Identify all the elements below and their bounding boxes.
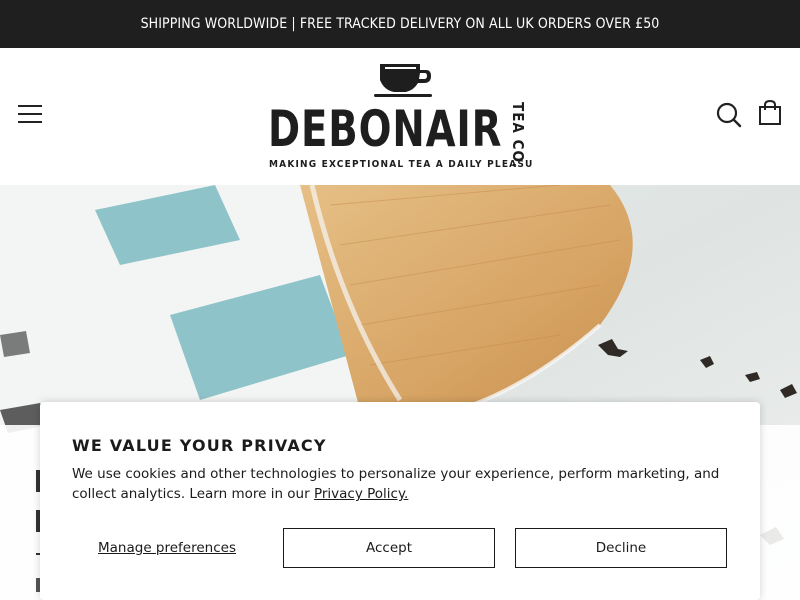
cookie-consent-dialog: WE VALUE YOUR PRIVACY We use cookies and… [40, 402, 760, 600]
search-icon[interactable] [716, 102, 742, 128]
shopping-bag-icon[interactable] [758, 99, 782, 126]
announcement-bar: SHIPPING WORLDWIDE | FREE TRACKED DELIVE… [0, 0, 800, 48]
logo-subbrand: TEA CO. [509, 102, 527, 169]
privacy-policy-link[interactable]: Privacy Policy. [314, 486, 408, 502]
hamburger-menu-icon[interactable] [18, 104, 42, 124]
teacup-logo-icon [374, 64, 432, 97]
logo-tagline: MAKING EXCEPTIONAL TEA A DAILY PLEASURE [269, 159, 533, 170]
manage-preferences-link[interactable]: Manage preferences [72, 528, 262, 568]
decline-button[interactable]: Decline [515, 528, 727, 568]
announcement-text: SHIPPING WORLDWIDE | FREE TRACKED DELIVE… [140, 16, 660, 32]
site-logo[interactable]: DEBONAIR TEA CO. MAKING EXCEPTIONAL TEA … [268, 62, 534, 174]
cookie-title: WE VALUE YOUR PRIVACY [72, 436, 327, 455]
accept-button[interactable]: Accept [283, 528, 495, 568]
cookie-description: We use cookies and other technologies to… [72, 464, 732, 504]
site-header: DEBONAIR TEA CO. MAKING EXCEPTIONAL TEA … [0, 48, 800, 185]
logo-wordmark: DEBONAIR [268, 100, 503, 158]
